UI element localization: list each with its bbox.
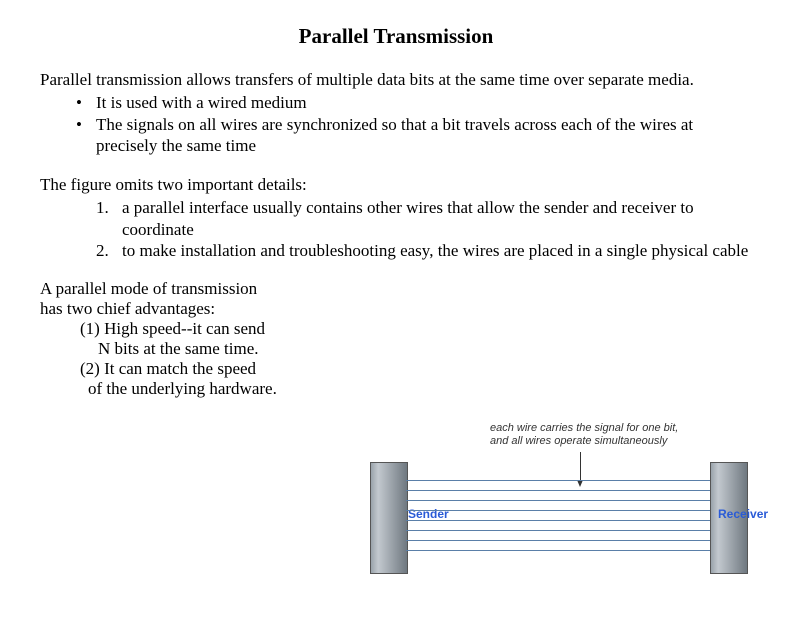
arrow-icon — [580, 452, 581, 480]
advantage-item: N bits at the same time. — [40, 339, 358, 359]
caption-line: and all wires operate simultaneously — [490, 435, 667, 447]
advantages-intro: A parallel mode of transmission — [40, 279, 358, 299]
figure-caption: each wire carries the signal for one bit… — [490, 422, 678, 448]
sender-box — [370, 462, 408, 574]
bullet-item: It is used with a wired medium — [76, 92, 752, 113]
advantage-item: (1) High speed--it can send — [40, 319, 358, 339]
details-intro: The figure omits two important details: — [40, 174, 752, 195]
item-number: 1. — [96, 197, 109, 218]
list-item: 1. a parallel interface usually contains… — [96, 197, 752, 240]
wire — [406, 490, 710, 491]
advantage-item: of the underlying hardware. — [40, 379, 358, 399]
wire — [406, 510, 710, 511]
wire — [406, 520, 710, 521]
wire — [406, 530, 710, 531]
item-number: 2. — [96, 240, 109, 261]
caption-line: each wire carries the signal for one bit… — [490, 422, 678, 434]
page-title: Parallel Transmission — [0, 24, 792, 49]
item-text: a parallel interface usually contains ot… — [122, 198, 694, 238]
advantages-intro: has two chief advantages: — [40, 299, 358, 319]
wire — [406, 480, 710, 481]
advantage-item: (2) It can match the speed — [40, 359, 358, 379]
list-item: 2. to make installation and troubleshoot… — [96, 240, 752, 261]
numbered-list: 1. a parallel interface usually contains… — [40, 197, 752, 261]
wire — [406, 500, 710, 501]
bullet-item: The signals on all wires are synchronize… — [76, 114, 752, 157]
intro-text: Parallel transmission allows transfers o… — [40, 69, 752, 90]
advantages-block: A parallel mode of transmission has two … — [40, 279, 358, 399]
wire — [406, 550, 710, 551]
diagram: each wire carries the signal for one bit… — [350, 422, 760, 602]
bullet-list: It is used with a wired medium The signa… — [40, 92, 752, 156]
receiver-label: Receiver — [718, 507, 768, 521]
item-text: to make installation and troubleshooting… — [122, 241, 748, 260]
wire — [406, 540, 710, 541]
